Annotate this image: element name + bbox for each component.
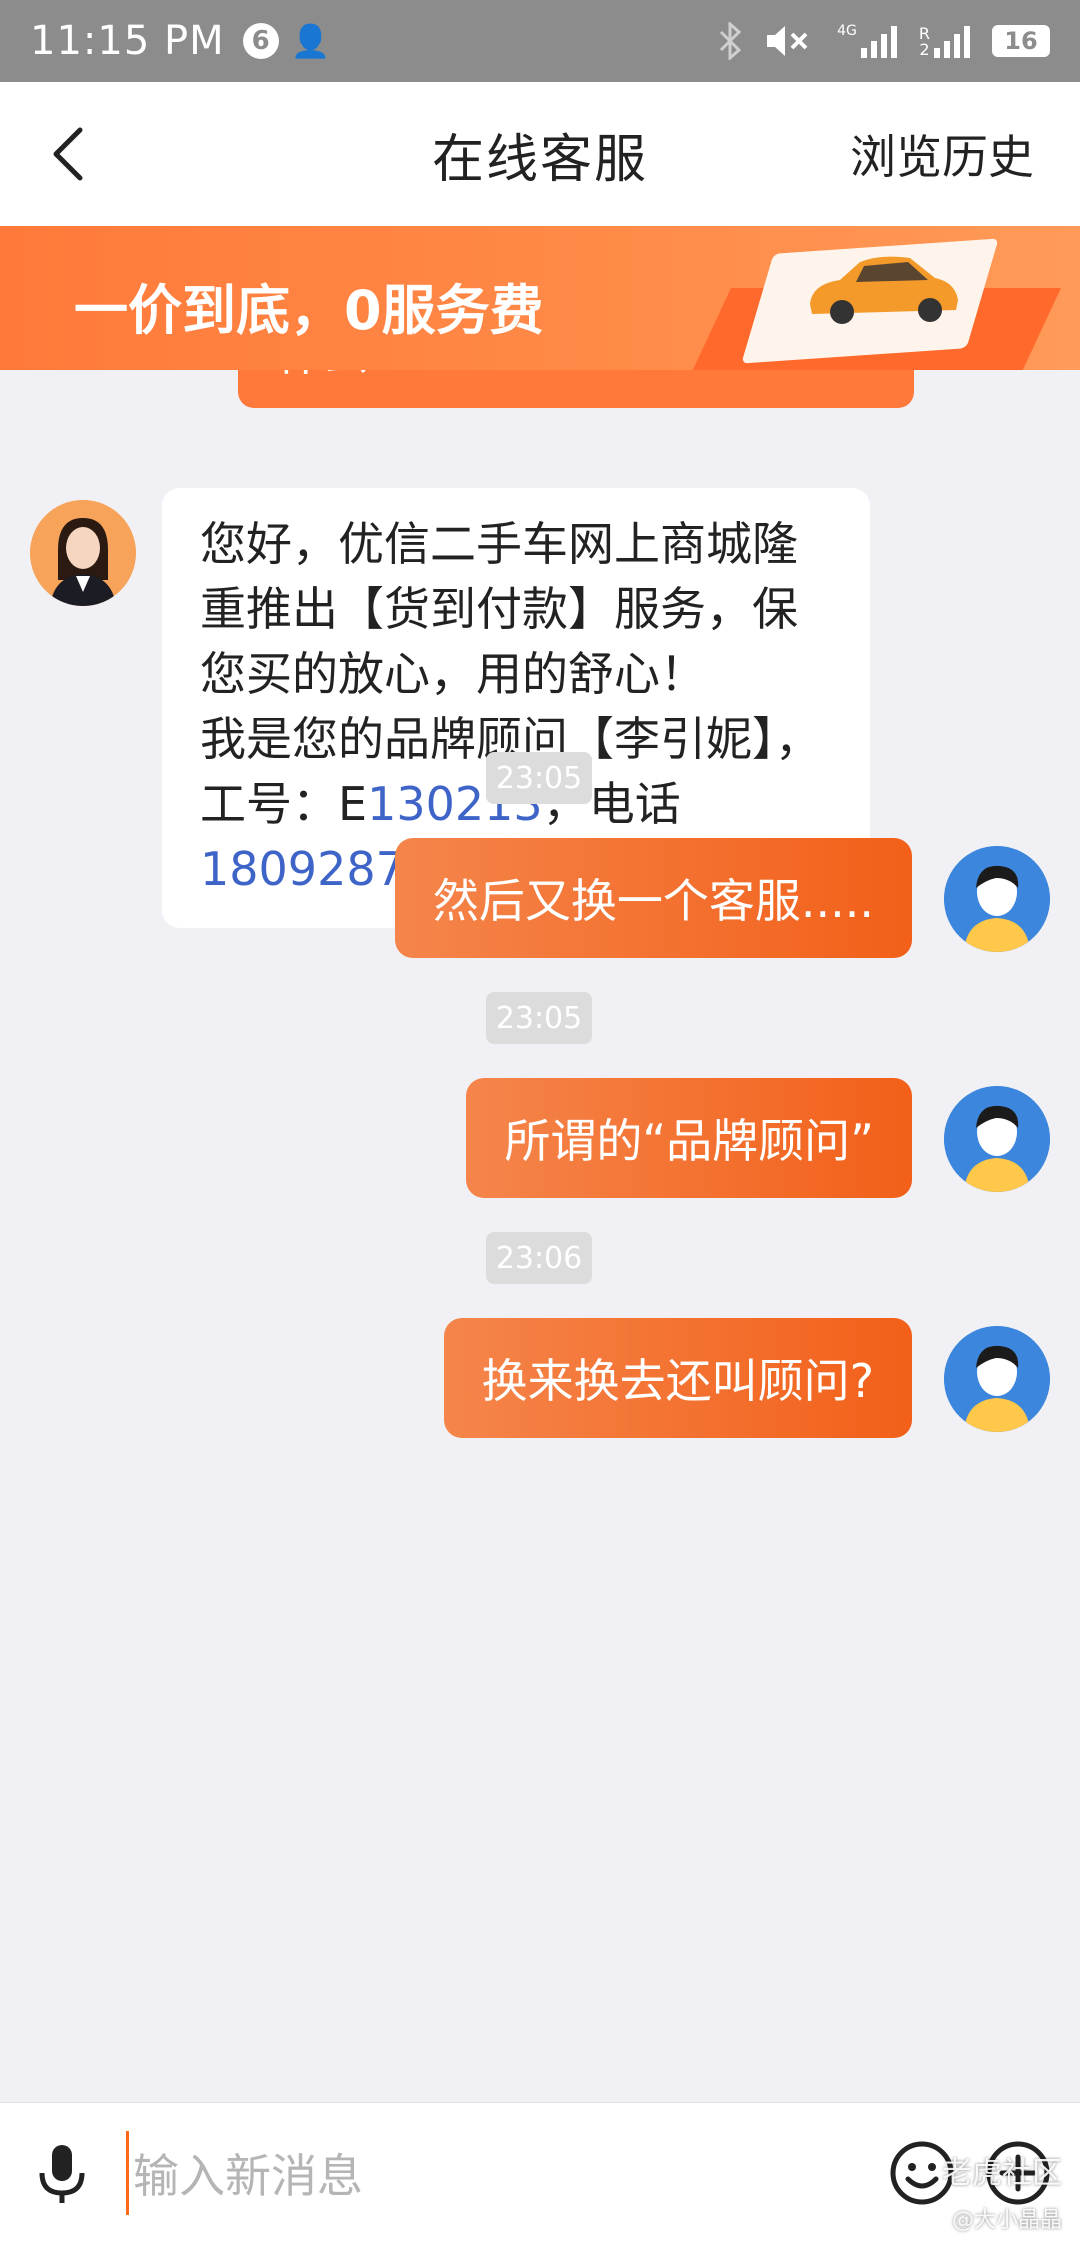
- network-label-1: 4G: [837, 23, 857, 39]
- outgoing-message-bubble: 然后又换一个客服.....: [394, 838, 912, 958]
- timestamp-pill: 23:05: [486, 752, 592, 804]
- chat-messages[interactable]: 什么 您好，优信二手车网上商城隆重推出【货到付款】服务，保您买的放心，用的舒心！…: [0, 370, 1080, 2102]
- outgoing-message-bubble: 所谓的“品牌顾问”: [466, 1078, 912, 1198]
- notification-count-badge: 6: [242, 23, 279, 59]
- user-avatar[interactable]: [944, 846, 1050, 952]
- agent-avatar-image: [30, 500, 136, 606]
- promo-banner[interactable]: 一价到底，0服务费: [0, 226, 1080, 370]
- banner-slogan: 一价到底，0服务费: [74, 279, 544, 342]
- chat-header: 在线客服 浏览历史: [0, 82, 1080, 226]
- status-time: 11:15 PM: [30, 18, 225, 64]
- status-right-group: 4G R 2 16: [717, 22, 1050, 60]
- network-sub-label: 2: [919, 40, 930, 59]
- user-status-icon: 👤: [290, 22, 331, 60]
- timestamp-pill: 23:05: [486, 992, 592, 1044]
- agent-message-intro: 您好，优信二手车网上商城隆重推出【货到付款】服务，保您买的放心，用的舒心！: [200, 517, 798, 701]
- back-arrow-icon[interactable]: [42, 124, 102, 184]
- watermark-text: 老虎社区: [942, 2156, 1062, 2191]
- battery-icon: 16: [992, 25, 1050, 57]
- timestamp-pill: 23:06: [486, 1232, 592, 1284]
- status-bar: 11:15 PM 6 👤 4G R 2 16: [0, 0, 1080, 82]
- user-avatar-image: [944, 1326, 1050, 1432]
- bluetooth-icon: [720, 22, 742, 60]
- message-input[interactable]: 输入新消息: [126, 2131, 846, 2215]
- partial-outgoing-bubble: 什么: [238, 370, 914, 408]
- signal-icon: [860, 24, 897, 58]
- signal-group-2: R 2: [919, 24, 970, 58]
- partial-message-text: 什么: [276, 370, 368, 384]
- signal-icon-2: [934, 24, 970, 58]
- outgoing-message-bubble: 换来换去还叫顾问?: [443, 1318, 912, 1438]
- signal-group-1: 4G: [837, 24, 897, 58]
- microphone-icon[interactable]: [28, 2139, 96, 2207]
- user-avatar[interactable]: [944, 1326, 1050, 1432]
- user-avatar[interactable]: [944, 1086, 1050, 1192]
- message-input-bar: 输入新消息 老虎社区 @大小晶晶: [0, 2102, 1080, 2242]
- mute-icon: [767, 26, 808, 56]
- browse-history-button[interactable]: 浏览历史: [850, 121, 1034, 187]
- watermark-subtext: @大小晶晶: [951, 2208, 1062, 2233]
- car-illustration: [810, 256, 958, 324]
- user-avatar-image: [944, 846, 1050, 952]
- page-title: 在线客服: [431, 129, 648, 190]
- user-avatar-image: [944, 1086, 1050, 1192]
- agent-avatar[interactable]: [30, 500, 136, 606]
